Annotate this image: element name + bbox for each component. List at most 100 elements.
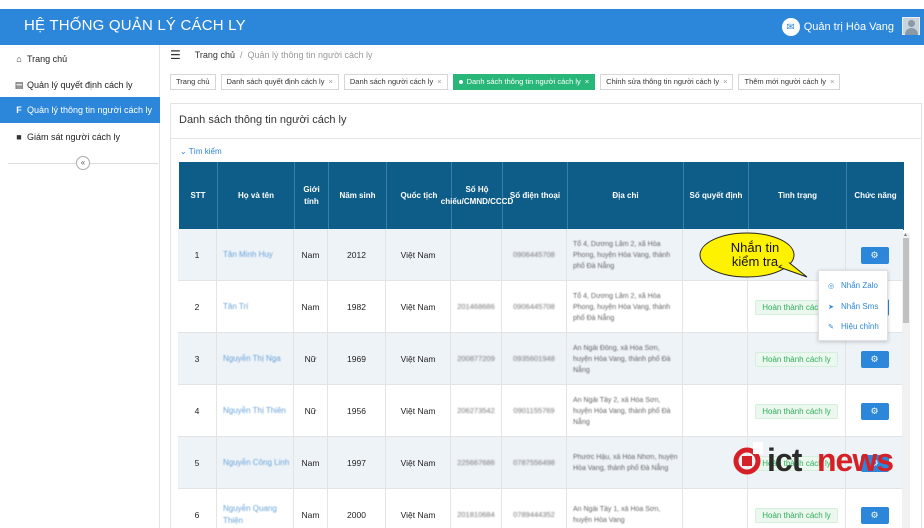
cell-stt: 1 bbox=[178, 229, 217, 281]
cell-address-text: Tổ 4, Dương Lâm 2, xã Hòa Phong, huyện H… bbox=[573, 240, 671, 270]
cell-name-text[interactable]: Nguyễn Thị Nga bbox=[223, 353, 281, 365]
cell-name-text[interactable]: Tân Trí bbox=[223, 301, 248, 313]
cell-stt-text: 4 bbox=[194, 406, 200, 416]
cell-phone: 0901155769 bbox=[502, 385, 567, 437]
comment-icon: ■ bbox=[16, 132, 22, 142]
action-menu: ◎ Nhắn Zalo ➤ Nhắn Sms ✎ Hiệu chỉnh bbox=[818, 270, 888, 341]
cell-birth-year: 1956 bbox=[328, 385, 386, 437]
cell-address-text: An Ngãi Đông, xã Hòa Sơn, huyện Hòa Vang… bbox=[573, 344, 671, 374]
document-icon: ▤ bbox=[14, 80, 24, 90]
tab-edit-person[interactable]: Chỉnh sửa thông tin người cách ly × bbox=[600, 74, 734, 90]
cell-address-text: An Ngãi Tây 2, xã Hòa Sơn, huyện Hòa Van… bbox=[573, 396, 671, 426]
menu-toggle-icon[interactable]: ☰ bbox=[170, 48, 181, 62]
ictnews-logo: ict news bbox=[733, 439, 894, 483]
menu-item-zalo[interactable]: ◎ Nhắn Zalo bbox=[827, 281, 878, 290]
tab-close-icon[interactable]: × bbox=[328, 77, 332, 86]
cell-phone-text: 0901155769 bbox=[513, 406, 555, 415]
cell-id-number: 206273542 bbox=[451, 385, 502, 437]
panel-title: Danh sách thông tin người cách ly bbox=[179, 114, 347, 126]
cell-nationality-text: Việt Nam bbox=[400, 458, 436, 468]
cell-gender-text: Nam bbox=[301, 302, 320, 312]
cell-gender: Nam bbox=[294, 489, 328, 528]
cell-name: Tân Minh Huy bbox=[217, 229, 294, 281]
mail-icon: ✉ bbox=[781, 18, 800, 36]
user-name: Quản trị Hòa Vang bbox=[803, 21, 894, 33]
gear-icon[interactable]: ⚙ bbox=[860, 506, 889, 524]
logo-text-ict: ict bbox=[767, 442, 802, 478]
status-badge: Hoàn thành cách ly bbox=[755, 351, 838, 367]
tab-person-list[interactable]: Danh sách người cách ly × bbox=[343, 74, 448, 90]
tab-label: Trang chủ bbox=[176, 77, 210, 86]
header-actions: Chức năng bbox=[854, 191, 897, 200]
tab-close-icon[interactable]: × bbox=[585, 77, 589, 86]
cell-phone-text: 0935601948 bbox=[513, 354, 555, 363]
chat-icon: ◎ bbox=[827, 282, 835, 290]
header-phone: Số điện thoại bbox=[503, 162, 568, 230]
cell-id-number-text: 206273542 bbox=[457, 406, 495, 415]
cell-address: An Ngãi Tây 1, xã Hòa Sơn, huyện Hòa Van… bbox=[567, 489, 683, 528]
cell-actions: ⚙ bbox=[846, 489, 903, 528]
tab-close-icon[interactable]: × bbox=[723, 77, 727, 86]
cell-birth-year-text: 1982 bbox=[347, 302, 366, 312]
sidebar-item-person-info[interactable]: F Quản lý thông tin người cách ly bbox=[0, 97, 160, 123]
gear-icon[interactable]: ⚙ bbox=[860, 350, 889, 368]
cell-gender-text: Nữ bbox=[304, 354, 317, 364]
menu-item-sms[interactable]: ➤ Nhắn Sms bbox=[827, 302, 878, 311]
cell-nationality: Việt Nam bbox=[386, 281, 451, 333]
sidebar-item-monitoring[interactable]: ■ Giám sát người cách ly bbox=[0, 124, 160, 150]
cell-address-text: Phước Hậu, xã Hòa Nhơn, huyện Hòa Vang, … bbox=[573, 454, 678, 472]
cell-birth-year-text: 1956 bbox=[347, 406, 366, 416]
cell-id-number bbox=[451, 229, 502, 281]
cell-birth-year-text: 2000 bbox=[347, 510, 366, 520]
scrollbar-thumb[interactable] bbox=[903, 238, 909, 323]
cell-phone: 0906445708 bbox=[502, 281, 567, 333]
cell-id-number: 200877209 bbox=[451, 333, 502, 385]
gear-icon[interactable]: ⚙ bbox=[860, 402, 889, 420]
cell-name: Tân Trí bbox=[217, 281, 294, 333]
sidebar-item-home[interactable]: ⌂ Trang chủ bbox=[0, 46, 160, 72]
cell-name-text[interactable]: Nguyễn Công Linh bbox=[223, 457, 289, 469]
tab-label: Danh sách quyết định cách ly bbox=[226, 77, 325, 86]
tab-decision-list[interactable]: Danh sách quyết định cách ly × bbox=[220, 74, 339, 90]
breadcrumb-home[interactable]: Trang chủ bbox=[195, 50, 235, 60]
cell-id-number: 225667686 bbox=[451, 437, 502, 489]
avatar[interactable] bbox=[902, 17, 920, 35]
cell-address-text: An Ngãi Tây 1, xã Hòa Sơn, huyện Hòa Van… bbox=[573, 506, 661, 524]
cell-name-text[interactable]: Tân Minh Huy bbox=[223, 249, 273, 261]
cell-nationality-text: Việt Nam bbox=[400, 510, 436, 520]
cell-nationality: Việt Nam bbox=[386, 385, 451, 437]
menu-item-edit[interactable]: ✎ Hiệu chỉnh bbox=[827, 322, 879, 331]
user-menu[interactable]: ✉ Quản trị Hòa Vang bbox=[781, 18, 894, 36]
sidebar-collapse-button[interactable]: « bbox=[76, 156, 90, 170]
tab-close-icon[interactable]: × bbox=[437, 77, 441, 86]
cell-name-text[interactable]: Nguyễn Thị Thiên bbox=[223, 405, 286, 417]
tab-add-person[interactable]: Thêm mới người cách ly × bbox=[738, 74, 841, 90]
table-row: 4 Nguyễn Thị Thiên Nữ 1956 Việt Nam 206273542… bbox=[178, 385, 903, 437]
dashboard-icon: ⌂ bbox=[16, 54, 22, 64]
cell-gender-text: Nam bbox=[301, 458, 320, 468]
tab-close-icon[interactable]: × bbox=[830, 77, 834, 86]
cell-phone-text: 0906445708 bbox=[513, 302, 555, 311]
tab-person-info-list[interactable]: Danh sách thông tin người cách ly × bbox=[452, 74, 596, 90]
table-scrollbar[interactable]: ▲ bbox=[902, 232, 910, 528]
cell-decision bbox=[683, 333, 748, 385]
cell-name-text[interactable]: Nguyễn Quang Thiện bbox=[223, 503, 293, 527]
cell-stt-text: 6 bbox=[194, 510, 200, 520]
header-decision: Số quyết định bbox=[684, 162, 749, 230]
send-icon: ➤ bbox=[828, 303, 834, 311]
tab-bar: Trang chủ Danh sách quyết định cách ly × … bbox=[170, 74, 845, 90]
search-toggle[interactable]: ⌄ Tìm kiếm bbox=[180, 147, 222, 156]
cell-gender: Nữ bbox=[294, 385, 328, 437]
cell-address: An Ngãi Đông, xã Hòa Sơn, huyện Hòa Vang… bbox=[567, 333, 683, 385]
cell-stt: 6 bbox=[178, 489, 217, 528]
sidebar-item-decisions[interactable]: ▤ Quản lý quyết định cách ly bbox=[0, 72, 160, 98]
cell-nationality-text: Việt Nam bbox=[400, 406, 436, 416]
tab-home[interactable]: Trang chủ bbox=[170, 74, 216, 90]
cell-gender: Nam bbox=[294, 229, 328, 281]
gear-icon[interactable]: ⚙ bbox=[860, 246, 889, 264]
tab-label: Chỉnh sửa thông tin người cách ly bbox=[606, 77, 720, 86]
cell-address: Tổ 4, Dương Lâm 2, xã Hòa Phong, huyện H… bbox=[567, 229, 683, 281]
cell-gender-text: Nam bbox=[301, 250, 320, 260]
cell-id-number: 201810684 bbox=[451, 489, 502, 528]
status-badge: Hoàn thành cách ly bbox=[755, 507, 838, 523]
